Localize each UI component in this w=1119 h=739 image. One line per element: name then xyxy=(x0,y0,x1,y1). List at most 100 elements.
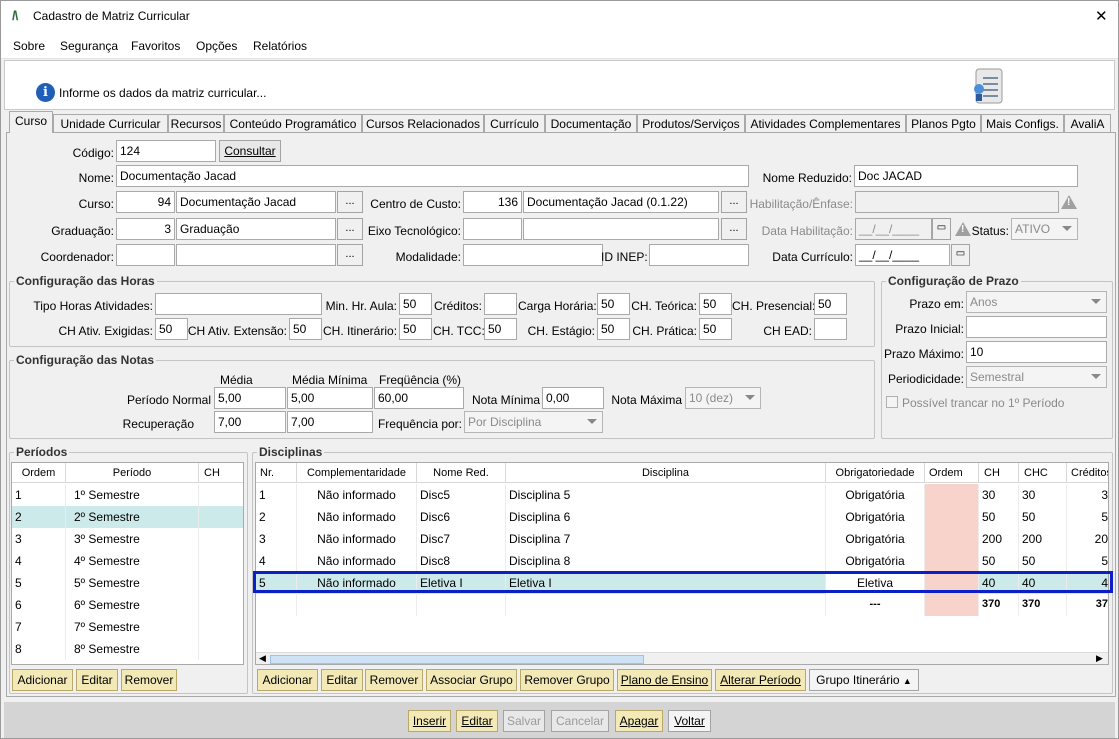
ch-ead-input[interactable] xyxy=(814,318,847,340)
disc-header-ch[interactable]: CH xyxy=(979,463,1019,483)
horizontal-scrollbar[interactable]: ◀ ▶ xyxy=(256,652,1108,664)
ch-teorica-input[interactable]: 50 xyxy=(699,293,732,315)
tipo-horas-input[interactable] xyxy=(155,293,322,315)
plano-de-ensino-button[interactable]: Plano de Ensino xyxy=(617,669,712,691)
ch-pratica-input[interactable]: 50 xyxy=(699,318,732,340)
pn-media-min-input[interactable]: 5,00 xyxy=(287,387,373,409)
menu-relatorios[interactable]: Relatórios xyxy=(253,39,307,53)
menu-favoritos[interactable]: Favoritos xyxy=(131,39,180,53)
periodos-adicionar-button[interactable]: Adicionar xyxy=(12,669,73,691)
creditos-input[interactable] xyxy=(484,293,517,315)
ch-ativ-extensao-input[interactable]: 50 xyxy=(289,318,322,340)
consultar-button[interactable]: Consultar xyxy=(219,140,281,162)
periodos-remover-button[interactable]: Remover xyxy=(121,669,177,691)
tab-recursos[interactable]: Recursos xyxy=(168,114,224,133)
disc-header-obrigatoriedade[interactable]: Obrigatoriedade xyxy=(826,463,925,483)
eixo-code-input[interactable] xyxy=(463,218,522,240)
carga-horaria-input[interactable]: 50 xyxy=(597,293,630,315)
disc-adicionar-button[interactable]: Adicionar xyxy=(257,669,318,691)
tab-documentacao[interactable]: Documentação xyxy=(545,114,637,133)
periodos-row[interactable]: 7 7º Semestre xyxy=(12,616,243,638)
periodos-editar-button[interactable]: Editar xyxy=(76,669,118,691)
ch-presencial-input[interactable]: 50 xyxy=(814,293,847,315)
curso-lookup-button[interactable]: ... xyxy=(337,191,363,213)
disc-header-chc[interactable]: CHC xyxy=(1019,463,1067,483)
calendar-icon-2[interactable]: ▭ xyxy=(951,244,970,266)
menu-seguranca[interactable]: Segurança xyxy=(60,39,118,53)
status-select[interactable]: ATIVO xyxy=(1011,218,1078,240)
habilitacao-input[interactable] xyxy=(855,191,1059,213)
disciplinas-row[interactable]: 2 Não informado Disc6 Disciplina 6 Obrigatór… xyxy=(256,506,1108,528)
ch-itinerario-input[interactable]: 50 xyxy=(399,318,432,340)
centro-name-input[interactable]: Documentação Jacad (0.1.22) xyxy=(523,191,719,213)
disciplinas-row[interactable]: 3 Não informado Disc7 Disciplina 7 Obrigatór… xyxy=(256,528,1108,550)
remover-grupo-button[interactable]: Remover Grupo xyxy=(520,669,614,691)
coordenador-lookup-button[interactable]: ... xyxy=(337,244,363,266)
tab-unidade-curricular[interactable]: Unidade Curricular xyxy=(53,114,168,133)
tab-conteudo-programatico[interactable]: Conteúdo Programático xyxy=(224,114,362,133)
disc-header-nome-red[interactable]: Nome Red. xyxy=(417,463,506,483)
data-habilitacao-input[interactable]: __/__/____ xyxy=(855,218,932,240)
graduacao-code-input[interactable]: 3 xyxy=(116,218,175,240)
tab-mais-configs[interactable]: Mais Configs. xyxy=(981,114,1064,133)
tab-cursos-relacionados[interactable]: Cursos Relacionados xyxy=(362,114,484,133)
periodos-row[interactable]: 3 3º Semestre xyxy=(12,528,243,550)
nome-reduzido-input[interactable]: Doc JACAD xyxy=(854,165,1078,187)
periodicidade-select[interactable]: Semestral xyxy=(966,366,1107,388)
tab-atividades-complementares[interactable]: Atividades Complementares xyxy=(745,114,906,133)
periodos-row[interactable]: 8 8º Semestre xyxy=(12,638,243,660)
graduacao-name-input[interactable]: Graduação xyxy=(176,218,336,240)
cancelar-button[interactable]: Cancelar xyxy=(551,710,609,732)
pn-media-input[interactable]: 5,00 xyxy=(214,387,286,409)
menu-opcoes[interactable]: Opções xyxy=(196,39,237,53)
grupo-itinerario-button[interactable]: Grupo Itinerário ▲ xyxy=(809,669,919,691)
tab-planos-pgto[interactable]: Planos Pgto xyxy=(906,114,981,133)
alterar-periodo-button[interactable]: Alterar Período xyxy=(715,669,806,691)
periodos-header-ordem[interactable]: Ordem xyxy=(12,463,66,483)
centro-code-input[interactable]: 136 xyxy=(463,191,522,213)
ch-tcc-input[interactable]: 50 xyxy=(484,318,517,340)
ch-ativ-exigidas-input[interactable]: 50 xyxy=(155,318,188,340)
scroll-left-icon[interactable]: ◀ xyxy=(259,653,266,664)
nota-maxima-select[interactable]: 10 (dez) xyxy=(685,387,761,409)
min-hr-aula-input[interactable]: 50 xyxy=(399,293,432,315)
tab-curriculo[interactable]: Currículo xyxy=(484,114,545,133)
disciplinas-row[interactable]: 4 Não informado Disc8 Disciplina 8 Obrigatór… xyxy=(256,550,1108,572)
prazo-maximo-input[interactable]: 10 xyxy=(966,341,1107,363)
menu-sobre[interactable]: Sobre xyxy=(13,39,45,53)
disciplinas-row[interactable]: 1 Não informado Disc5 Disciplina 5 Obrigatór… xyxy=(256,484,1108,506)
data-curriculo-input[interactable]: __/__/____ xyxy=(855,244,950,266)
coordenador-code-input[interactable] xyxy=(116,244,175,266)
calendar-icon[interactable]: ▭ xyxy=(932,218,951,240)
nome-input[interactable]: Documentação Jacad xyxy=(116,165,749,187)
periodos-row[interactable]: 5 5º Semestre xyxy=(12,572,243,594)
tab-produtos-servicos[interactable]: Produtos/Serviços xyxy=(637,114,745,133)
periodos-header-periodo[interactable]: Período xyxy=(66,463,199,483)
scrollbar-thumb[interactable] xyxy=(270,655,644,664)
curso-code-input[interactable]: 94 xyxy=(116,191,175,213)
associar-grupo-button[interactable]: Associar Grupo xyxy=(426,669,517,691)
disc-header-ordem[interactable]: Ordem xyxy=(925,463,979,483)
salvar-button[interactable]: Salvar xyxy=(503,710,545,732)
periodos-header-ch[interactable]: CH xyxy=(199,463,243,483)
curso-name-input[interactable]: Documentação Jacad xyxy=(176,191,336,213)
disc-header-nr[interactable]: Nr. xyxy=(256,463,297,483)
graduacao-lookup-button[interactable]: ... xyxy=(337,218,363,240)
inserir-button[interactable]: Inserir xyxy=(408,710,451,732)
pn-freq-input[interactable]: 60,00 xyxy=(374,387,464,409)
disciplinas-row[interactable]: 5 Não informado Eletiva I Eletiva I Eletiva 4… xyxy=(256,572,1108,594)
modalidade-input[interactable] xyxy=(463,244,603,266)
eixo-name-input[interactable] xyxy=(523,218,719,240)
scroll-right-icon[interactable]: ▶ xyxy=(1096,653,1103,664)
rc-media-min-input[interactable]: 7,00 xyxy=(287,411,373,433)
periodos-row[interactable]: 2 2º Semestre xyxy=(12,506,243,528)
editar-button[interactable]: Editar xyxy=(456,710,498,732)
coordenador-name-input[interactable] xyxy=(176,244,336,266)
prazo-inicial-input[interactable] xyxy=(966,316,1107,338)
frequencia-por-select[interactable]: Por Disciplina xyxy=(464,411,603,433)
periodos-row[interactable]: 6 6º Semestre xyxy=(12,594,243,616)
disc-header-disciplina[interactable]: Disciplina xyxy=(506,463,826,483)
tab-curso[interactable]: Curso xyxy=(9,111,53,133)
id-inep-input[interactable] xyxy=(649,244,749,266)
voltar-button[interactable]: Voltar xyxy=(668,710,711,732)
